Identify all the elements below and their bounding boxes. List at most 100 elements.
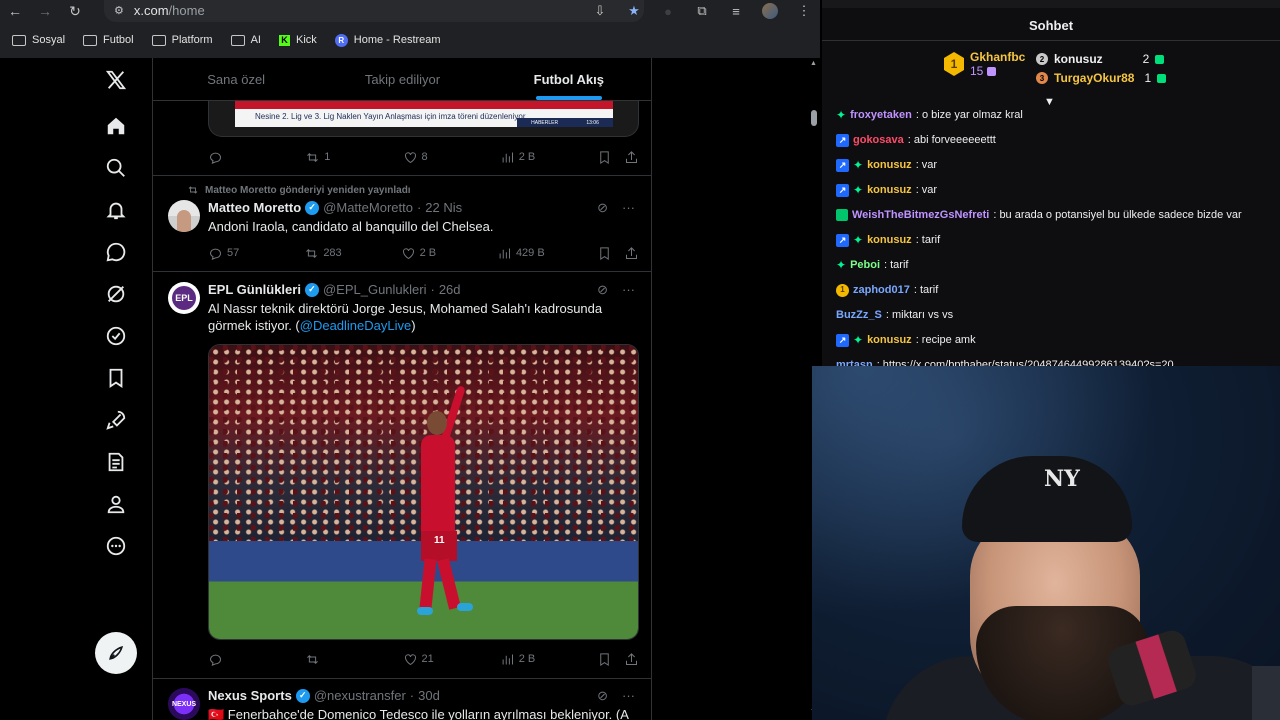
bookmark-futbol[interactable]: Futbol [83,34,134,46]
folder-icon [83,34,98,46]
author-avatar[interactable]: NEXUS [168,688,200,720]
bookmark-ai[interactable]: AI [230,34,261,46]
mention-link[interactable]: @DeadlineDayLive [300,318,411,333]
post-time[interactable]: 26d [439,282,461,297]
chat-username[interactable]: zaphod017 [853,283,910,297]
chat-username[interactable]: konusuz [867,233,912,247]
kick-logo-icon: K [278,34,290,46]
chat-username[interactable]: Peboi [850,258,880,272]
messages-icon[interactable] [104,240,128,264]
author-name[interactable]: EPL Günlükleri [208,282,301,297]
author-handle[interactable]: @nexustransfer [314,688,406,703]
more-menu-icon[interactable]: ⋮ [796,3,812,19]
grok-icon[interactable]: ⊘ [597,688,608,704]
collapse-leaderboard-icon[interactable]: ▼ [1044,96,1055,108]
views-button[interactable]: 2 B [500,150,544,165]
post-time[interactable]: 22 Nis [425,200,462,215]
repost-button[interactable]: 283 [304,246,348,261]
views-button[interactable]: 2 B [500,652,544,667]
scroll-thumb[interactable] [811,110,817,126]
extensions-icon[interactable]: ⧉ [694,3,710,19]
grok-icon[interactable]: ⊘ [597,282,608,298]
author-avatar[interactable]: EPL [168,282,200,314]
repost-indicator[interactable]: Matteo Moretto gönderiyi yeniden yayınla… [187,184,411,196]
chat-username[interactable]: konusuz [867,158,912,172]
chat-text: : recipe amk [915,334,976,346]
author-avatar[interactable] [168,200,200,232]
banner-text: Nesine 2. Lig ve 3. Lig Naklen Yayın Anl… [255,112,526,121]
bookmark-icon[interactable] [597,652,612,667]
url-text[interactable]: x.com/home [134,3,205,18]
share-icon[interactable] [624,246,639,261]
reply-button[interactable]: 57 [208,246,252,261]
share-icon[interactable] [624,150,639,165]
bookmark-platform[interactable]: Platform [151,34,213,46]
more-dots-icon[interactable]: ··· [622,688,635,704]
post-time[interactable]: 30d [418,688,440,703]
bookmark-kick[interactable]: K Kick [278,34,317,46]
tab-for-you[interactable]: Sana özel [153,58,319,100]
reply-button[interactable] [208,652,252,667]
reload-icon[interactable]: ↻ [60,0,90,22]
scroll-up-icon[interactable]: ▲ [810,60,817,67]
grok-icon[interactable] [104,282,128,306]
repost-button[interactable]: 1 [305,150,349,165]
author-handle[interactable]: @EPL_Gunlukleri [323,282,427,297]
compose-post-button[interactable] [95,632,137,674]
leaderboard-second[interactable]: 2 konusuz 2 [1036,52,1165,66]
forward-icon[interactable]: → [30,0,60,22]
heart-icon [404,653,416,665]
post-photo[interactable]: 11 [208,344,639,640]
chat-username[interactable]: konusuz [867,183,912,197]
media-controls-icon[interactable]: ≡ [728,4,744,19]
more-dots-icon[interactable]: ··· [622,200,635,216]
profile-icon[interactable] [104,492,128,516]
chat-text: : tarif [915,234,941,246]
chat-username[interactable]: froxyetaken [850,108,912,122]
address-bar[interactable]: ⚙ x.com/home [104,0,644,22]
chat-username[interactable]: WeishTheBitmezGsNefreti [852,208,989,222]
home-icon[interactable] [104,114,128,138]
chat-username[interactable]: konusuz [867,333,912,347]
search-icon[interactable] [104,156,128,180]
views-button[interactable]: 429 B [497,246,545,261]
like-button[interactable]: 2 B [401,246,445,261]
back-icon[interactable]: ← [0,0,30,22]
bookmark-star-icon[interactable]: ★ [626,3,642,19]
like-button[interactable]: 21 [403,652,447,667]
chat-username[interactable]: gokosava [853,133,904,147]
site-settings-icon[interactable]: ⚙ [114,4,124,17]
author-name[interactable]: Nexus Sports [208,688,292,703]
bookmark-restream[interactable]: R Home - Restream [334,33,441,47]
tab-following[interactable]: Takip ediliyor [319,58,485,100]
grok-icon[interactable]: ⊘ [597,200,608,216]
install-app-icon[interactable]: ⇩ [592,3,608,19]
tab-label: Takip ediliyor [364,71,441,87]
notifications-icon[interactable] [104,198,128,222]
chat-username[interactable]: BuzZz_S [836,308,882,322]
rocket-icon[interactable] [104,408,128,432]
premium-icon[interactable] [104,324,128,348]
repost-button[interactable] [305,652,349,667]
tab-futbol-akis[interactable]: Futbol Akış [486,58,651,100]
leaderboard-third[interactable]: 3 TurgayOkur88 1 [1036,71,1167,85]
x-logo-icon[interactable] [104,68,128,92]
author-handle[interactable]: @MatteMoretto [323,200,413,215]
articles-icon[interactable] [104,450,128,474]
bookmark-icon[interactable] [597,150,612,165]
more-dots-icon[interactable]: ··· [622,282,635,298]
bookmarks-icon[interactable] [104,366,128,390]
extension-dot-icon[interactable]: ● [660,4,676,19]
bookmark-sosyal[interactable]: Sosyal [12,34,65,46]
bookmark-icon[interactable] [597,246,612,261]
previous-post-media[interactable]: Nesine 2. Lig ve 3. Lig Naklen Yayın Anl… [208,101,639,137]
prime-badge-icon: ↗ [836,333,849,347]
share-icon[interactable] [624,652,639,667]
leaderboard-first[interactable]: 1 Gkhanfbc 15 [944,50,1025,78]
author-name[interactable]: Matteo Moretto [208,200,301,215]
like-button[interactable]: 8 [403,150,447,165]
profile-avatar[interactable] [762,3,778,19]
reply-button[interactable] [208,150,252,165]
more-icon[interactable] [104,534,128,558]
chat-username[interactable]: mrtasn [836,358,873,366]
